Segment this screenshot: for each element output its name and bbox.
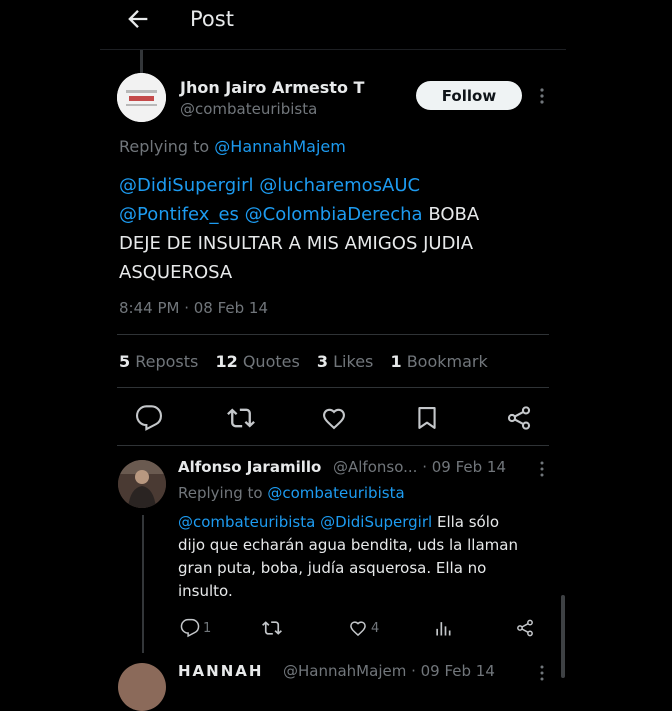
next-reply-author-name[interactable]: HANNAH — [178, 662, 263, 680]
reply-body: insulto. — [178, 582, 233, 600]
more-options-icon[interactable] — [536, 662, 548, 684]
tweet-body: BOBA — [428, 204, 480, 225]
reply-icon — [180, 618, 200, 638]
replying-to: Replying to @HannahMajem — [119, 137, 346, 156]
bookmark-icon[interactable] — [413, 404, 441, 432]
like-icon[interactable] — [320, 404, 348, 432]
likes-stat[interactable]: 3 Likes — [317, 352, 373, 371]
mention-link[interactable]: @ColombiaDerecha — [245, 204, 423, 225]
more-options-icon[interactable] — [536, 458, 548, 480]
avatar[interactable] — [118, 663, 166, 711]
repost-icon — [262, 621, 282, 635]
mention-link[interactable]: @Pontifex_es — [119, 204, 239, 225]
share-icon[interactable] — [505, 404, 533, 432]
tweet-body: DEJE DE INSULTAR A MIS AMIGOS JUDIA — [119, 233, 474, 254]
reply-author-name[interactable]: Alfonso Jaramillo — [178, 458, 321, 476]
mention-link[interactable]: @combateuribista — [178, 513, 315, 531]
replying-prefix: Replying to — [119, 137, 210, 156]
reply-thread-line — [142, 515, 144, 653]
divider — [117, 334, 549, 335]
mention-link[interactable]: @DidiSupergirl — [320, 513, 432, 531]
quotes-stat[interactable]: 12 Quotes — [215, 352, 299, 371]
post-view: Post Jhon Jairo Armesto T @combateuribis… — [100, 0, 566, 711]
reply-icon[interactable] — [135, 404, 163, 432]
timestamp[interactable]: 8:44 PM · 08 Feb 14 — [119, 299, 268, 317]
next-reply-handle-date[interactable]: @HannahMajem · 09 Feb 14 — [283, 662, 495, 680]
reply-reply-button[interactable]: 1 — [180, 617, 211, 639]
reply-body: gran puta, boba, judía asquerosa. Ella n… — [178, 559, 487, 577]
replying-to-link[interactable]: @combateuribista — [267, 484, 404, 502]
repost-icon[interactable] — [227, 404, 255, 432]
author-handle[interactable]: @combateuribista — [180, 100, 317, 118]
tweet-text: @DidiSupergirl @lucharemosAUC @Pontifex_… — [119, 171, 549, 287]
page-title: Post — [190, 7, 234, 31]
reply-repost-button[interactable] — [262, 617, 282, 639]
mention-link[interactable]: @DidiSupergirl — [119, 175, 254, 196]
like-icon — [350, 621, 366, 637]
divider — [117, 387, 549, 388]
replying-to-link[interactable]: @HannahMajem — [214, 137, 346, 156]
reply-body: Ella sólo — [436, 513, 500, 531]
tweet-body: ASQUEROSA — [119, 262, 233, 283]
mention-link[interactable]: @lucharemosAUC — [259, 175, 420, 196]
follow-button[interactable]: Follow — [416, 81, 522, 110]
author-name[interactable]: Jhon Jairo Armesto T — [180, 78, 364, 97]
header-divider — [100, 49, 566, 50]
reposts-stat[interactable]: 5 Reposts — [119, 352, 198, 371]
parent-thread-line — [140, 50, 143, 74]
avatar[interactable] — [118, 460, 166, 508]
avatar[interactable] — [117, 73, 166, 122]
divider — [117, 445, 549, 446]
scrollbar[interactable] — [561, 595, 565, 678]
more-options-icon[interactable] — [536, 84, 548, 108]
back-arrow-icon[interactable] — [124, 5, 152, 33]
reply-text: @combateuribista @DidiSupergirl Ella sól… — [178, 511, 550, 603]
bookmarks-stat[interactable]: 1 Bookmark — [390, 352, 487, 371]
views-icon — [436, 622, 451, 636]
reply-like-button[interactable]: 4 — [348, 617, 379, 639]
share-icon — [517, 619, 533, 637]
reply-count: 1 — [203, 620, 212, 636]
reply-views-button[interactable] — [433, 617, 453, 639]
engagement-stats: 5 Reposts 12 Quotes 3 Likes 1 Bookmark — [119, 352, 500, 371]
replying-prefix: Replying to — [178, 484, 263, 502]
replying-to: Replying to @combateuribista — [178, 484, 405, 502]
reply-body: dijo que echarán agua bendita, uds la ll… — [178, 536, 518, 554]
like-count: 4 — [371, 620, 380, 636]
reply-handle-date[interactable]: @Alfonso... · 09 Feb 14 — [333, 458, 506, 476]
reply-share-button[interactable] — [515, 617, 535, 639]
